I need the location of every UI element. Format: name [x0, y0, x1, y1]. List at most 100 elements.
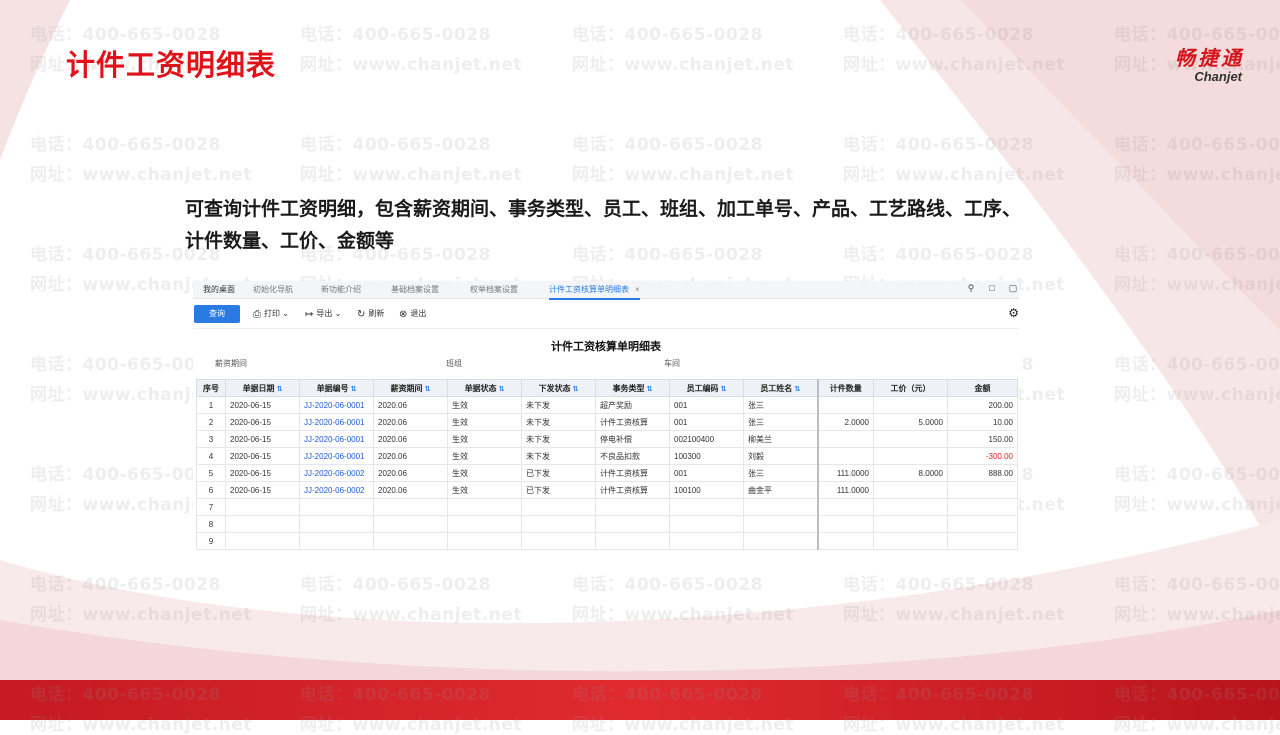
table-row[interactable]: 8 [196, 515, 1018, 533]
tab-label: 基础档案设置 [391, 285, 439, 294]
table-row[interactable]: 2 2020-06-15 JJ-2020-06-0001 2020.06 生效 未下发 计件… [196, 413, 1018, 431]
table-body: 1 2020-06-15 JJ-2020-06-0001 2020.06 生效 未下发 超产… [196, 396, 1018, 550]
table-row[interactable]: 1 2020-06-15 JJ-2020-06-0001 2020.06 生效 未下发 超产… [196, 396, 1018, 414]
sort-icon[interactable]: ⇅ [425, 386, 431, 393]
tab-my-desktop[interactable]: 我的桌面 [203, 284, 235, 298]
exit-button[interactable]: ⊗ 退出 [399, 308, 426, 320]
sort-icon[interactable]: ⇅ [351, 386, 357, 393]
cell-doc-no[interactable]: JJ-2020-06-0001 [299, 413, 374, 431]
cell-doc-no[interactable]: JJ-2020-06-0001 [299, 396, 374, 414]
refresh-label: 刷新 [368, 309, 385, 318]
cell-date: 2020-06-15 [225, 430, 300, 448]
cell-doc-no[interactable]: JJ-2020-06-0001 [299, 447, 374, 465]
filter-workshop[interactable]: 车间 [664, 358, 680, 369]
filter-team[interactable]: 班组 [446, 358, 462, 369]
filter-period[interactable]: 薪资期间 [215, 358, 247, 369]
cell-type: 停电补偿 [595, 430, 670, 448]
watermark-phone: 电话：400-665-0028 [572, 575, 763, 595]
col-header-emp-code[interactable]: 员工编码 ⇅ [669, 379, 744, 397]
chevron-down-icon: ⌄ [332, 309, 342, 318]
cell-doc-no[interactable]: JJ-2020-06-0002 [299, 464, 374, 482]
table-row[interactable]: 5 2020-06-15 JJ-2020-06-0002 2020.06 生效 已下发 计件… [196, 464, 1018, 482]
tab-label: 新功能介绍 [321, 285, 361, 294]
cell-emp-name [743, 532, 819, 550]
table-row[interactable]: 3 2020-06-15 JJ-2020-06-0001 2020.06 生效 未下发 停电… [196, 430, 1018, 448]
expand-icon[interactable]: □ [986, 283, 998, 293]
tab-new-features[interactable]: 新功能介绍 [321, 284, 361, 298]
col-header-period[interactable]: 薪资期间 ⇅ [373, 379, 448, 397]
col-header-emp-name[interactable]: 员工姓名 ⇅ [743, 379, 819, 397]
gear-icon[interactable]: ⚙ [1008, 306, 1019, 320]
watermark-phone: 电话：400-665-0028 [843, 575, 1034, 595]
refresh-button[interactable]: ↻ 刷新 [357, 308, 384, 320]
sort-icon[interactable]: ⇅ [499, 386, 505, 393]
watermark-phone: 电话：400-665-0028 [300, 575, 491, 595]
cell-status: 生效 [447, 430, 522, 448]
watermark-url: 网址：www.chanjet.net [843, 55, 1065, 75]
cell-doc-no [299, 498, 374, 516]
cell-index: 2 [196, 413, 226, 431]
sort-icon[interactable]: ⇅ [277, 386, 283, 393]
header-label: 序号 [203, 383, 219, 393]
cell-issue: 已下发 [521, 464, 596, 482]
bottom-band [0, 680, 1280, 720]
col-header-amount[interactable]: 金额 [947, 379, 1018, 397]
table-row[interactable]: 9 [196, 532, 1018, 550]
col-header-status[interactable]: 单据状态 ⇅ [447, 379, 522, 397]
cell-qty: 2.0000 [817, 413, 874, 431]
table-row[interactable]: 4 2020-06-15 JJ-2020-06-0001 2020.06 生效 未下发 不良… [196, 447, 1018, 465]
col-header-date[interactable]: 单据日期 ⇅ [225, 379, 300, 397]
watermark-phone: 电话：400-665-0028 [1114, 245, 1280, 265]
cell-date: 2020-06-15 [225, 396, 300, 414]
query-button[interactable]: 查询 [194, 305, 240, 323]
cell-doc-no[interactable]: JJ-2020-06-0001 [299, 430, 374, 448]
cell-price [873, 498, 948, 516]
cell-index: 8 [196, 515, 226, 533]
sort-icon[interactable]: ⇅ [794, 386, 800, 393]
table-row[interactable]: 7 [196, 498, 1018, 516]
close-icon[interactable]: × [635, 285, 640, 294]
col-header-type[interactable]: 事务类型 ⇅ [595, 379, 670, 397]
cell-qty [817, 532, 874, 550]
sort-icon[interactable]: ⇅ [573, 386, 579, 393]
cell-date [225, 532, 300, 550]
tab-basic-archives[interactable]: 基础档案设置 [391, 284, 439, 298]
cell-issue: 未下发 [521, 447, 596, 465]
cell-period [373, 515, 448, 533]
slide-description: 可查询计件工资明细，包含薪资期间、事务类型、员工、班组、加工单号、产品、工艺路线… [185, 198, 1022, 252]
header-label: 单据日期 [242, 383, 275, 393]
tab-archive-settings[interactable]: 权举档案设置 [470, 284, 518, 298]
cell-status: 生效 [447, 464, 522, 482]
table-row[interactable]: 6 2020-06-15 JJ-2020-06-0002 2020.06 生效 已下发 计件… [196, 481, 1018, 499]
search-icon[interactable]: ⚲ [965, 283, 977, 294]
cell-doc-no[interactable]: JJ-2020-06-0002 [299, 481, 374, 499]
cell-amount: 150.00 [947, 430, 1018, 448]
watermark-url: 网址：www.chanjet.net [843, 165, 1065, 185]
cell-emp-code: 100300 [669, 447, 744, 465]
export-button[interactable]: ↦ 导出 ⌄ [305, 308, 341, 320]
col-header-price[interactable]: 工价（元） [873, 379, 948, 397]
col-header-issue[interactable]: 下发状态 ⇅ [521, 379, 596, 397]
window-icon[interactable]: ▢ [1007, 283, 1019, 294]
watermark-phone: 电话：400-665-0028 [572, 135, 763, 155]
print-button[interactable]: ⎙ 打印 ⌄ [253, 308, 289, 320]
cell-status: 生效 [447, 396, 522, 414]
tab-init-guide[interactable]: 初始化导航 [253, 284, 293, 298]
watermark-url: 网址：www.chanjet.net [1114, 495, 1280, 515]
cell-issue: 未下发 [521, 430, 596, 448]
col-header-doc-no[interactable]: 单据编号 ⇅ [299, 379, 374, 397]
sort-icon[interactable]: ⇅ [721, 386, 727, 393]
cell-issue [521, 515, 596, 533]
col-header-qty[interactable]: 计件数量 [817, 379, 874, 397]
sort-icon[interactable]: ⇅ [647, 386, 653, 393]
tab-bar: 我的桌面 初始化导航 新功能介绍 基础档案设置 权举档案设置 计件工资核算单明细… [193, 281, 1019, 300]
tab-label: 初始化导航 [253, 285, 293, 294]
cell-emp-name [743, 515, 819, 533]
col-header-index[interactable]: 序号 [196, 379, 226, 397]
slide-title: 计件工资明细表 [66, 48, 277, 82]
watermark-url: 网址：www.chanjet.net [1114, 385, 1280, 405]
exit-label: 退出 [410, 309, 427, 318]
watermark-url: 网址：www.chanjet.net [843, 605, 1065, 625]
cell-index: 5 [196, 464, 226, 482]
cell-emp-name: 张三 [743, 413, 819, 431]
